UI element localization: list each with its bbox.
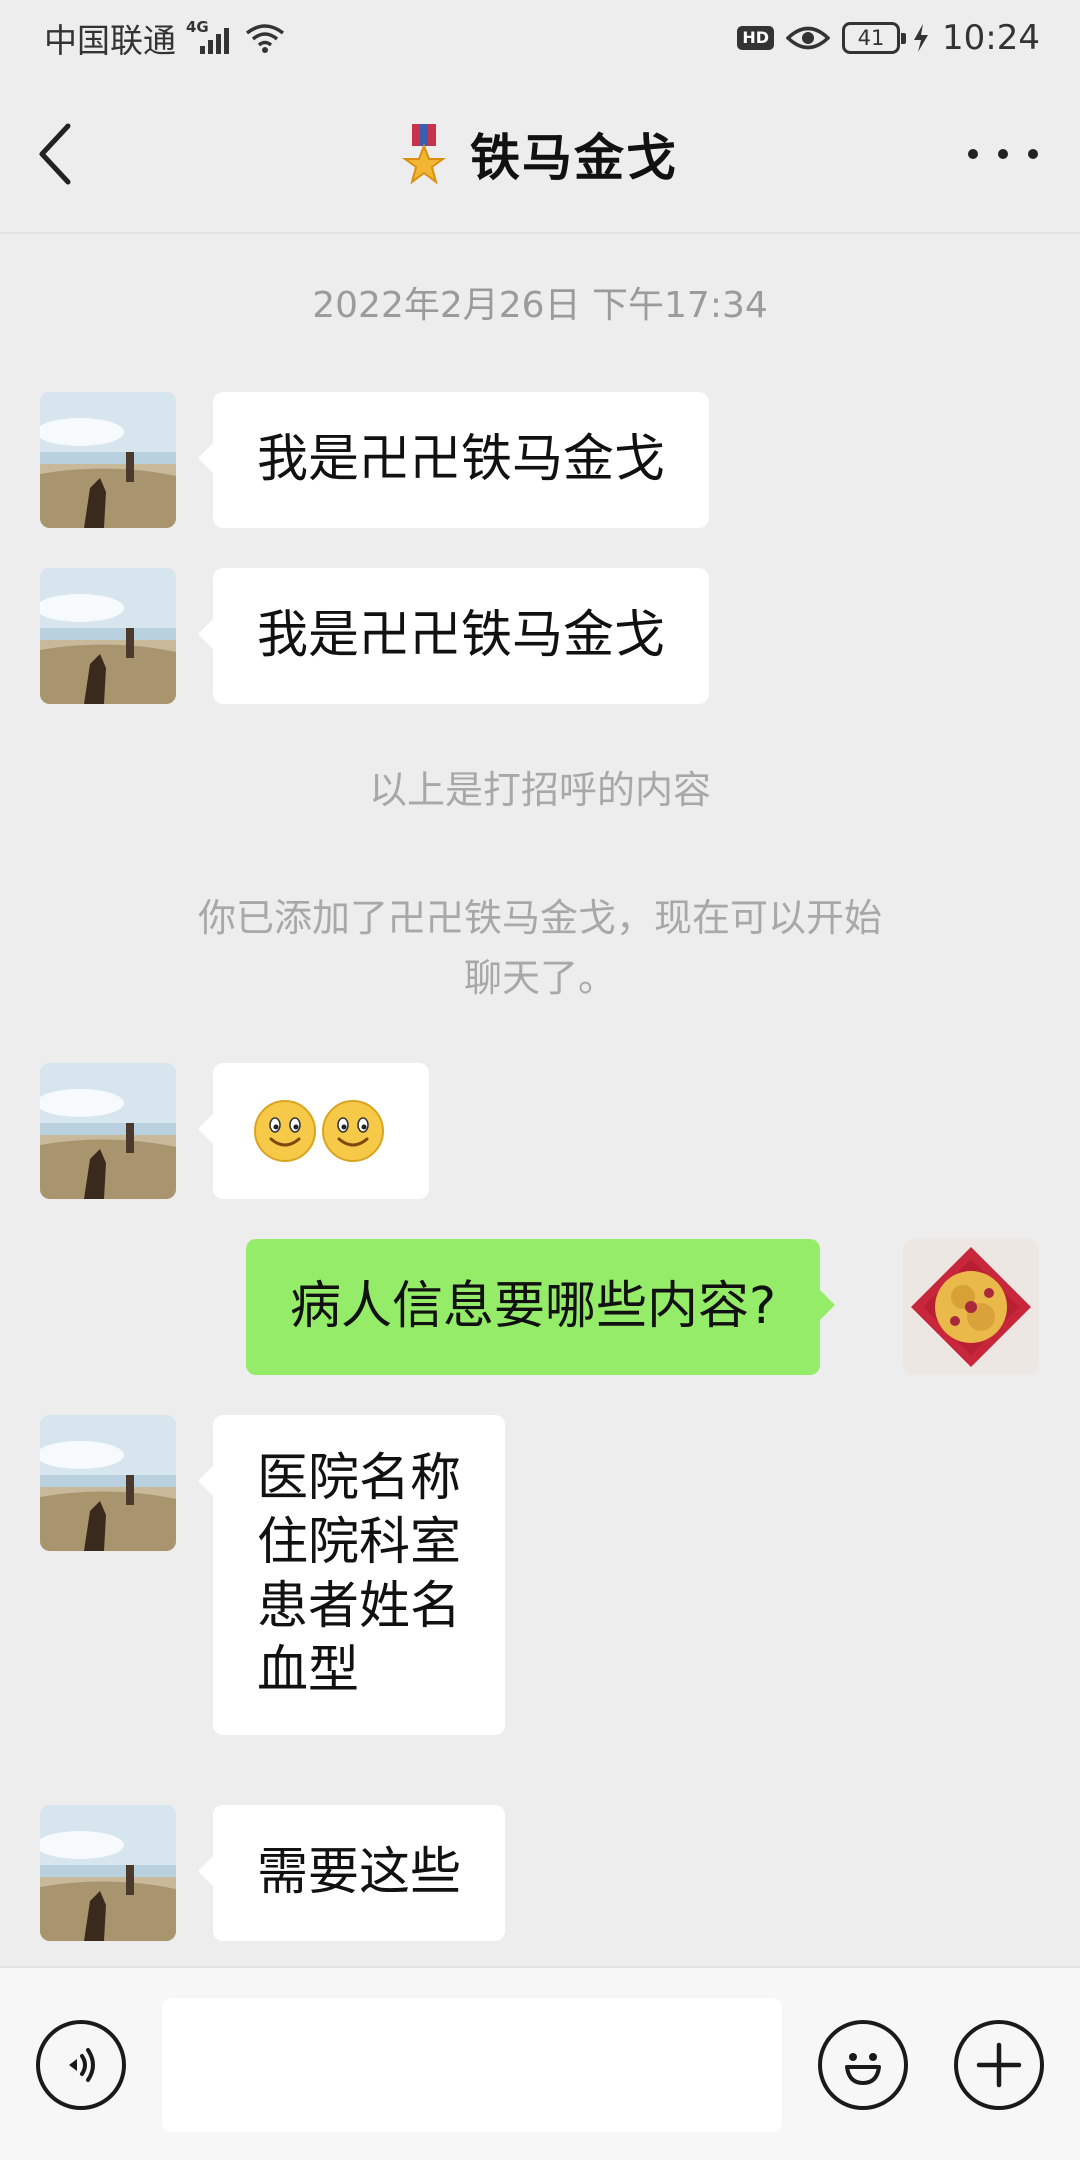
voice-icon bbox=[69, 2048, 95, 2082]
more-button[interactable] bbox=[968, 136, 1038, 172]
system-note-line: 聊天了。 bbox=[463, 956, 616, 1000]
wifi-icon bbox=[245, 24, 285, 53]
message-bubble[interactable] bbox=[198, 1063, 429, 1199]
system-note-line: 你已添加了卍卍铁马金戈，现在可以开始 bbox=[197, 896, 882, 940]
status-bar: 中国联通 4G HD 41 10:24 bbox=[0, 0, 1080, 76]
contact-avatar[interactable] bbox=[40, 568, 176, 704]
chat-title: 铁马金戈 bbox=[0, 114, 1080, 194]
charging-icon bbox=[914, 24, 929, 52]
message-bubble[interactable]: 我是卍卍铁马金戈 bbox=[197, 392, 710, 528]
message-text: 病人信息要哪些内容? bbox=[290, 1277, 777, 1336]
battery-icon: 41 bbox=[842, 22, 907, 54]
my-avatar[interactable] bbox=[903, 1239, 1039, 1375]
voice-button[interactable] bbox=[36, 2020, 126, 2110]
signal-icon: 4G bbox=[186, 18, 234, 58]
message-line: 患者姓名 bbox=[257, 1577, 462, 1636]
message-bubble[interactable]: 我是卍卍铁马金戈 bbox=[197, 568, 710, 704]
message-text: 我是卍卍铁马金戈 bbox=[257, 606, 666, 665]
emoji-button[interactable] bbox=[818, 2020, 908, 2110]
message-bubble[interactable]: 需要这些 bbox=[197, 1805, 506, 1941]
system-note-added: 你已添加了卍卍铁马金戈，现在可以开始 聊天了。 bbox=[100, 888, 980, 1008]
chat-screen: 中国联通 4G HD 41 10:24 铁马金戈 2022年2月26日 下午17… bbox=[0, 0, 1080, 2160]
battery-level: 41 bbox=[857, 26, 885, 50]
chat-header: 铁马金戈 bbox=[0, 76, 1080, 234]
message-bubble[interactable]: 医院名称 住院科室 患者姓名 血型 bbox=[197, 1415, 506, 1735]
contact-avatar[interactable] bbox=[40, 1063, 176, 1199]
contact-avatar[interactable] bbox=[40, 1805, 176, 1941]
message-text: 我是卍卍铁马金戈 bbox=[257, 430, 666, 489]
message-input[interactable] bbox=[162, 1998, 782, 2132]
status-left: 中国联通 4G bbox=[44, 16, 286, 60]
message-line: 血型 bbox=[257, 1641, 360, 1700]
my-message-bubble[interactable]: 病人信息要哪些内容? bbox=[246, 1239, 836, 1375]
smile-emoji bbox=[254, 1100, 316, 1162]
message-text: 需要这些 bbox=[257, 1843, 462, 1902]
eye-icon bbox=[786, 26, 831, 50]
contact-avatar[interactable] bbox=[40, 392, 176, 528]
emoji-icon bbox=[845, 2053, 881, 2085]
input-bar bbox=[0, 1966, 1080, 2160]
clock: 10:24 bbox=[942, 18, 1040, 58]
smile-emoji bbox=[322, 1100, 384, 1162]
carrier-name: 中国联通 bbox=[44, 21, 176, 60]
hd-badge: HD bbox=[737, 26, 775, 50]
plus-icon bbox=[976, 2042, 1022, 2088]
medal-icon bbox=[402, 124, 446, 185]
status-right: HD 41 10:24 bbox=[737, 16, 1040, 60]
more-functions-button[interactable] bbox=[954, 2020, 1044, 2110]
system-note: 以上是打招呼的内容 bbox=[368, 768, 711, 812]
message-line: 住院科室 bbox=[257, 1513, 462, 1572]
chat-title-text: 铁马金戈 bbox=[470, 129, 678, 187]
contact-avatar[interactable] bbox=[40, 1415, 176, 1551]
message-line: 医院名称 bbox=[257, 1449, 462, 1508]
message-list[interactable]: 2022年2月26日 下午17:34 我是卍卍铁马金戈 我是卍卍铁马金戈 以上是… bbox=[0, 236, 1080, 1966]
message-timestamp: 2022年2月26日 下午17:34 bbox=[312, 285, 768, 326]
